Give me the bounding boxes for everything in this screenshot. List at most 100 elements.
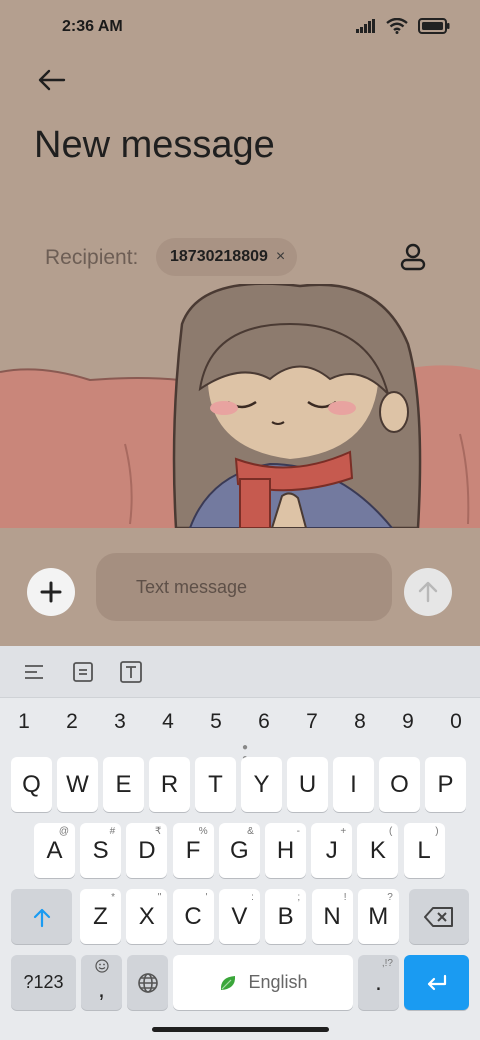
text-style-icon[interactable] — [119, 660, 143, 684]
key[interactable]: M? — [357, 889, 399, 944]
back-button[interactable] — [32, 60, 72, 100]
shift-key[interactable] — [11, 889, 72, 944]
key-hint: ! — [343, 892, 347, 903]
key-hint: - — [296, 826, 300, 837]
key-hint: ₹ — [155, 826, 162, 837]
key[interactable]: O — [379, 757, 420, 812]
recipient-chip[interactable]: 18730218809 × — [156, 238, 298, 276]
message-box[interactable] — [96, 553, 392, 621]
send-button[interactable] — [404, 568, 452, 616]
recipient-number: 18730218809 — [170, 248, 268, 265]
comma-label: , — [98, 975, 105, 1003]
number-key[interactable]: 0 — [440, 710, 472, 734]
key[interactable]: D ₹ — [126, 823, 168, 878]
number-key[interactable]: 7 — [296, 710, 328, 734]
arrow-up-icon — [418, 581, 438, 603]
key-label: Z — [93, 902, 108, 930]
key-label: M — [368, 902, 389, 930]
key[interactable]: F% — [172, 823, 214, 878]
symbols-key[interactable]: ?123 — [11, 955, 76, 1010]
key-hint: : — [251, 892, 254, 903]
background-illustration — [0, 284, 480, 528]
format-align-icon[interactable] — [22, 660, 46, 684]
key-hint: ( — [389, 826, 393, 837]
home-indicator[interactable] — [152, 1027, 329, 1032]
key[interactable]: R — [149, 757, 190, 812]
key-label: T — [208, 770, 223, 798]
wifi-icon — [386, 17, 408, 39]
key-label: E — [115, 770, 132, 798]
number-key[interactable]: 1 — [8, 710, 40, 734]
attach-button[interactable] — [27, 568, 75, 616]
key-label: D — [138, 836, 156, 864]
key-hint: & — [247, 826, 254, 837]
key-label: A — [46, 836, 63, 864]
remove-recipient-icon[interactable]: × — [276, 248, 285, 266]
period-key[interactable]: .,!? — [358, 955, 399, 1010]
key[interactable]: U — [287, 757, 328, 812]
contacts-button[interactable] — [396, 240, 430, 274]
key[interactable]: A @ — [34, 823, 75, 878]
number-key[interactable]: 9 — [392, 710, 424, 734]
key-label: C — [184, 902, 202, 930]
keyboard-toolbar — [0, 646, 480, 698]
key-hint: ; — [297, 892, 301, 903]
globe-icon — [137, 972, 158, 993]
shift-arrow-icon — [33, 908, 50, 927]
number-key[interactable]: 2 — [56, 710, 88, 734]
key[interactable]: T — [195, 757, 236, 812]
key[interactable]: Q — [11, 757, 52, 812]
key-hint: ) — [435, 826, 439, 837]
key-label: P — [437, 770, 454, 798]
key[interactable]: Y — [241, 757, 282, 812]
key[interactable]: H- — [265, 823, 306, 878]
recipient-label: Recipient: — [45, 246, 139, 269]
key-label: U — [298, 770, 317, 798]
backspace-key[interactable] — [409, 889, 469, 944]
key[interactable]: E — [103, 757, 144, 812]
key-label: X — [138, 902, 155, 930]
key[interactable]: P — [425, 757, 466, 812]
number-key[interactable]: 3 — [104, 710, 136, 734]
key-label: F — [185, 836, 201, 864]
number-key[interactable]: 4 — [152, 710, 184, 734]
key-label: H — [276, 836, 295, 864]
page-title: New message — [34, 124, 275, 166]
key[interactable]: B; — [265, 889, 307, 944]
key-label: N — [323, 902, 341, 930]
key[interactable]: I — [333, 757, 374, 812]
enter-icon — [427, 974, 446, 990]
number-key[interactable]: 5 — [200, 710, 232, 734]
key-label: R — [160, 770, 179, 798]
key[interactable]: L) — [403, 823, 445, 878]
key-hint: # — [109, 826, 116, 837]
key[interactable]: G & — [218, 823, 260, 878]
message-input[interactable] — [96, 553, 392, 621]
number-key[interactable]: 8 — [344, 710, 376, 734]
key[interactable]: X " — [126, 889, 168, 944]
key[interactable]: V: — [218, 889, 260, 944]
clipboard-icon[interactable] — [71, 660, 95, 684]
key-label: Q — [22, 770, 41, 798]
comma-key[interactable]: , — [81, 955, 122, 1010]
key[interactable]: K( — [357, 823, 399, 878]
emoji-icon — [95, 959, 109, 973]
space-label: English — [248, 972, 308, 992]
key[interactable]: J + — [311, 823, 353, 878]
key-label: I — [350, 770, 357, 798]
space-key[interactable]: English — [173, 955, 353, 1010]
person-icon — [400, 243, 426, 271]
key[interactable]: W — [57, 757, 98, 812]
key[interactable]: N! — [311, 889, 353, 944]
signal-icon — [356, 19, 376, 38]
enter-key[interactable] — [404, 955, 469, 1010]
plus-icon — [40, 581, 62, 603]
language-key[interactable] — [127, 955, 168, 1010]
period-label: . — [375, 968, 382, 996]
key[interactable]: Z * — [80, 889, 121, 944]
key-label: O — [390, 770, 409, 798]
key[interactable]: S # — [80, 823, 122, 878]
key[interactable]: C ' — [172, 889, 214, 944]
number-key[interactable]: 6 — [248, 710, 280, 734]
period-hint: ,!? — [381, 958, 393, 969]
